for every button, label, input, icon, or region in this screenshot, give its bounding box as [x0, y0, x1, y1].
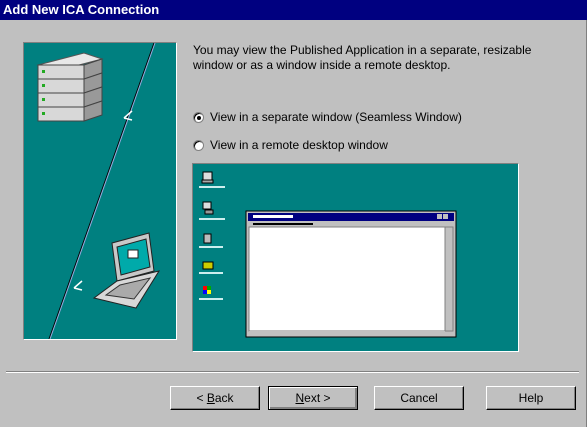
option-label: View in a remote desktop window [210, 138, 388, 152]
window-title: Add New ICA Connection [3, 2, 160, 17]
back-rest: ack [214, 391, 234, 405]
dialog: Add New ICA Connection You may view the … [0, 0, 587, 427]
option-remote-desktop[interactable]: View in a remote desktop window [193, 138, 388, 152]
recycle-bin-icon [199, 233, 223, 248]
preview-image [192, 163, 519, 352]
radio-unselected-icon[interactable] [193, 139, 204, 151]
description-text: You may view the Published Application i… [193, 43, 532, 72]
wizard-illustration [23, 42, 177, 340]
back-mnemonic: B [206, 391, 215, 405]
option-seamless-window[interactable]: View in a separate window (Seamless Wind… [193, 110, 462, 124]
radio-selected-icon[interactable] [193, 111, 204, 123]
server-icon [36, 52, 104, 122]
laptop-icon [92, 232, 161, 309]
next-rest: ext > [304, 391, 331, 405]
folder-icon [199, 261, 223, 274]
separator [6, 371, 579, 373]
next-button[interactable]: Next > [268, 386, 358, 410]
my-computer-icon [199, 171, 225, 188]
network-icon [199, 201, 225, 220]
option-label: View in a separate window (Seamless Wind… [210, 110, 462, 124]
windows-icon [199, 286, 223, 300]
back-prefix: < [196, 391, 207, 405]
back-button[interactable]: < Back [170, 386, 260, 410]
cancel-button[interactable]: Cancel [374, 386, 464, 410]
next-mnemonic: N [295, 391, 305, 405]
mini-app-window [245, 210, 457, 338]
title-bar: Add New ICA Connection [0, 0, 587, 20]
help-button[interactable]: Help [486, 386, 576, 410]
